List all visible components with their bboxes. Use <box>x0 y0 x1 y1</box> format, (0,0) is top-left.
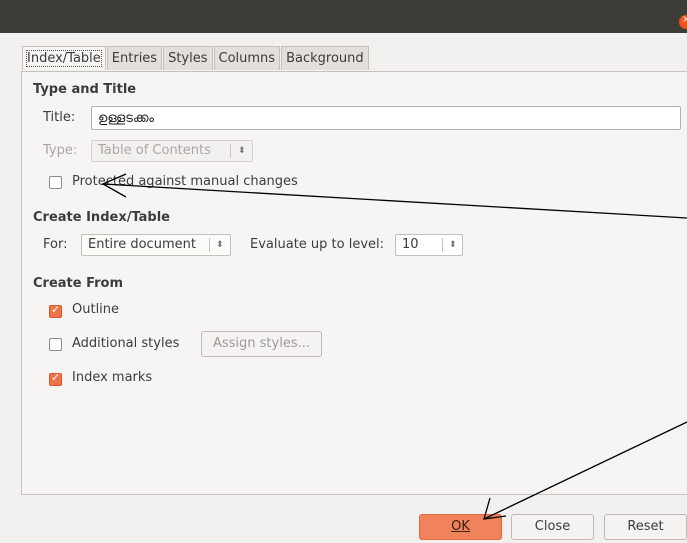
for-value: Entire document <box>88 237 196 252</box>
spin-arrows-icon: ⬍ <box>449 240 457 250</box>
additional-styles-checkbox[interactable] <box>49 338 62 351</box>
outline-label[interactable]: Outline <box>72 302 119 317</box>
close-label: Close <box>534 519 571 534</box>
tab-styles[interactable]: Styles <box>163 46 213 70</box>
tab-entries[interactable]: Entries <box>106 46 163 70</box>
title-input[interactable] <box>92 107 680 129</box>
title-label: Title: <box>43 110 76 125</box>
type-combobox: Table of Contents ⬍ <box>91 140 253 162</box>
reset-label: Reset <box>627 519 664 534</box>
type-label: Type: <box>43 143 78 158</box>
assign-styles-button[interactable]: Assign styles... <box>201 331 322 357</box>
level-value: 10 <box>402 237 419 252</box>
title-field[interactable] <box>91 106 681 130</box>
outline-checkbox[interactable] <box>49 303 62 318</box>
evaluate-label: Evaluate up to level: <box>250 237 385 252</box>
tab-index-table[interactable]: Index/Table <box>22 46 106 70</box>
close-button[interactable]: Close <box>511 514 594 540</box>
level-spinbox[interactable]: 10 ⬍ <box>395 234 463 256</box>
index-marks-label[interactable]: Index marks <box>72 370 152 385</box>
spin-arrows-icon: ⬍ <box>238 146 246 156</box>
window-titlebar <box>0 0 687 33</box>
create-index-heading: Create Index/Table <box>33 210 170 225</box>
for-label: For: <box>43 237 68 252</box>
type-and-title-heading: Type and Title <box>33 82 137 97</box>
window-close-button[interactable]: × <box>679 14 687 29</box>
spin-arrows-icon: ⬍ <box>216 240 224 250</box>
protected-label[interactable]: Protected against manual changes <box>72 174 298 189</box>
for-combobox[interactable]: Entire document ⬍ <box>81 234 231 256</box>
close-icon: × <box>682 14 687 25</box>
tab-bar: Index/Table Entries Styles Columns Backg… <box>22 46 370 71</box>
create-from-heading: Create From <box>33 276 124 291</box>
additional-styles-label[interactable]: Additional styles <box>72 336 179 351</box>
tab-columns[interactable]: Columns <box>213 46 281 70</box>
ok-label: OK <box>451 519 470 534</box>
reset-button[interactable]: Reset <box>604 514 687 540</box>
type-value: Table of Contents <box>98 143 211 158</box>
protected-checkbox[interactable] <box>49 176 62 189</box>
ok-button[interactable]: OK <box>419 514 502 540</box>
index-marks-checkbox[interactable] <box>49 371 62 386</box>
tab-label: Index/Table <box>26 50 102 67</box>
tab-background[interactable]: Background <box>281 46 369 70</box>
